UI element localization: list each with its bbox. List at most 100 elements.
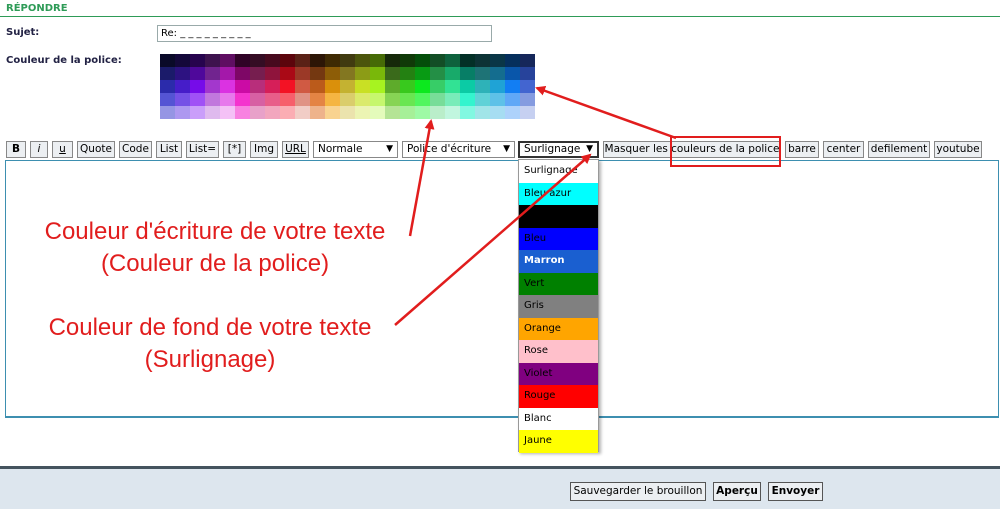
color-swatch[interactable]: [175, 54, 190, 67]
font-size-select[interactable]: Normale ▼: [313, 141, 398, 158]
color-swatch[interactable]: [175, 67, 190, 80]
color-swatch[interactable]: [490, 80, 505, 93]
color-swatch[interactable]: [205, 54, 220, 67]
color-swatch[interactable]: [490, 93, 505, 106]
img-button[interactable]: Img: [250, 141, 278, 158]
color-swatch[interactable]: [190, 106, 205, 119]
color-swatch[interactable]: [175, 80, 190, 93]
color-swatch[interactable]: [265, 93, 280, 106]
color-swatch[interactable]: [160, 106, 175, 119]
highlight-select[interactable]: Surlignage ▼: [518, 141, 599, 158]
list-button[interactable]: List: [156, 141, 182, 158]
color-swatch[interactable]: [370, 54, 385, 67]
color-swatch[interactable]: [415, 67, 430, 80]
highlight-option[interactable]: Rose: [519, 340, 598, 363]
bold-button[interactable]: B: [6, 141, 26, 158]
color-swatch[interactable]: [385, 106, 400, 119]
color-swatch[interactable]: [430, 67, 445, 80]
color-swatch[interactable]: [250, 54, 265, 67]
preview-button[interactable]: Aperçu: [713, 482, 761, 501]
highlight-option[interactable]: Bleu azur: [519, 182, 598, 205]
color-swatch[interactable]: [205, 106, 220, 119]
url-button[interactable]: URL: [282, 141, 309, 158]
code-button[interactable]: Code: [119, 141, 152, 158]
color-swatch[interactable]: [475, 67, 490, 80]
color-swatch[interactable]: [280, 54, 295, 67]
highlight-option[interactable]: Bleu: [519, 227, 598, 250]
color-swatch[interactable]: [520, 93, 535, 106]
color-swatch[interactable]: [280, 93, 295, 106]
color-swatch[interactable]: [325, 67, 340, 80]
color-swatch[interactable]: [265, 106, 280, 119]
youtube-button[interactable]: youtube: [934, 141, 982, 158]
color-swatch[interactable]: [310, 93, 325, 106]
color-swatch[interactable]: [355, 106, 370, 119]
color-swatch[interactable]: [385, 67, 400, 80]
color-swatch[interactable]: [160, 93, 175, 106]
color-swatch[interactable]: [475, 80, 490, 93]
color-swatch[interactable]: [385, 54, 400, 67]
color-swatch[interactable]: [340, 80, 355, 93]
highlight-option[interactable]: Blanc: [519, 407, 598, 430]
color-swatch[interactable]: [250, 106, 265, 119]
color-swatch[interactable]: [235, 80, 250, 93]
color-swatch[interactable]: [310, 80, 325, 93]
color-swatch[interactable]: [520, 54, 535, 67]
color-swatch[interactable]: [190, 80, 205, 93]
color-swatch[interactable]: [355, 93, 370, 106]
color-swatch[interactable]: [445, 80, 460, 93]
color-swatch[interactable]: [295, 67, 310, 80]
color-swatch[interactable]: [415, 106, 430, 119]
color-swatch[interactable]: [400, 54, 415, 67]
color-swatch[interactable]: [280, 67, 295, 80]
color-swatch[interactable]: [250, 67, 265, 80]
color-swatch[interactable]: [325, 93, 340, 106]
toggle-font-colors-button[interactable]: Masquer les couleurs de la police: [603, 141, 781, 158]
color-swatch[interactable]: [340, 67, 355, 80]
color-swatch[interactable]: [445, 106, 460, 119]
color-swatch[interactable]: [430, 93, 445, 106]
color-swatch[interactable]: [220, 54, 235, 67]
color-swatch[interactable]: [415, 54, 430, 67]
list-item-button[interactable]: [*]: [223, 141, 246, 158]
color-swatch[interactable]: [520, 80, 535, 93]
color-swatch[interactable]: [400, 80, 415, 93]
highlight-option[interactable]: Gris: [519, 295, 598, 318]
color-swatch[interactable]: [370, 67, 385, 80]
color-swatch[interactable]: [265, 54, 280, 67]
highlight-option[interactable]: Violet: [519, 362, 598, 385]
highlight-option[interactable]: Rouge: [519, 385, 598, 408]
color-swatch[interactable]: [190, 93, 205, 106]
font-family-select[interactable]: Police d'écriture ▼: [402, 141, 515, 158]
color-swatch[interactable]: [235, 67, 250, 80]
save-draft-button[interactable]: Sauvegarder le brouillon: [570, 482, 706, 501]
highlight-option[interactable]: Marron: [519, 250, 598, 273]
color-swatch[interactable]: [490, 54, 505, 67]
color-swatch[interactable]: [265, 67, 280, 80]
color-swatch[interactable]: [295, 80, 310, 93]
color-swatch[interactable]: [400, 106, 415, 119]
color-swatch[interactable]: [475, 106, 490, 119]
color-swatch[interactable]: [400, 93, 415, 106]
color-swatch[interactable]: [460, 67, 475, 80]
highlight-option[interactable]: Orange: [519, 317, 598, 340]
color-swatch[interactable]: [460, 54, 475, 67]
color-swatch[interactable]: [205, 67, 220, 80]
color-swatch[interactable]: [490, 67, 505, 80]
color-swatch[interactable]: [220, 67, 235, 80]
subject-input[interactable]: Re: _ _ _ _ _ _ _ _ _: [157, 25, 492, 42]
color-swatch[interactable]: [445, 93, 460, 106]
color-swatch[interactable]: [310, 106, 325, 119]
color-swatch[interactable]: [205, 80, 220, 93]
color-swatch[interactable]: [445, 54, 460, 67]
highlight-option[interactable]: Surlignage: [519, 160, 598, 183]
color-swatch[interactable]: [445, 67, 460, 80]
center-button[interactable]: center: [823, 141, 864, 158]
color-swatch[interactable]: [475, 93, 490, 106]
color-swatch[interactable]: [235, 106, 250, 119]
highlight-option[interactable]: Jaune: [519, 430, 598, 453]
color-swatch[interactable]: [340, 93, 355, 106]
color-swatch[interactable]: [325, 54, 340, 67]
color-swatch[interactable]: [295, 93, 310, 106]
color-swatch[interactable]: [460, 93, 475, 106]
